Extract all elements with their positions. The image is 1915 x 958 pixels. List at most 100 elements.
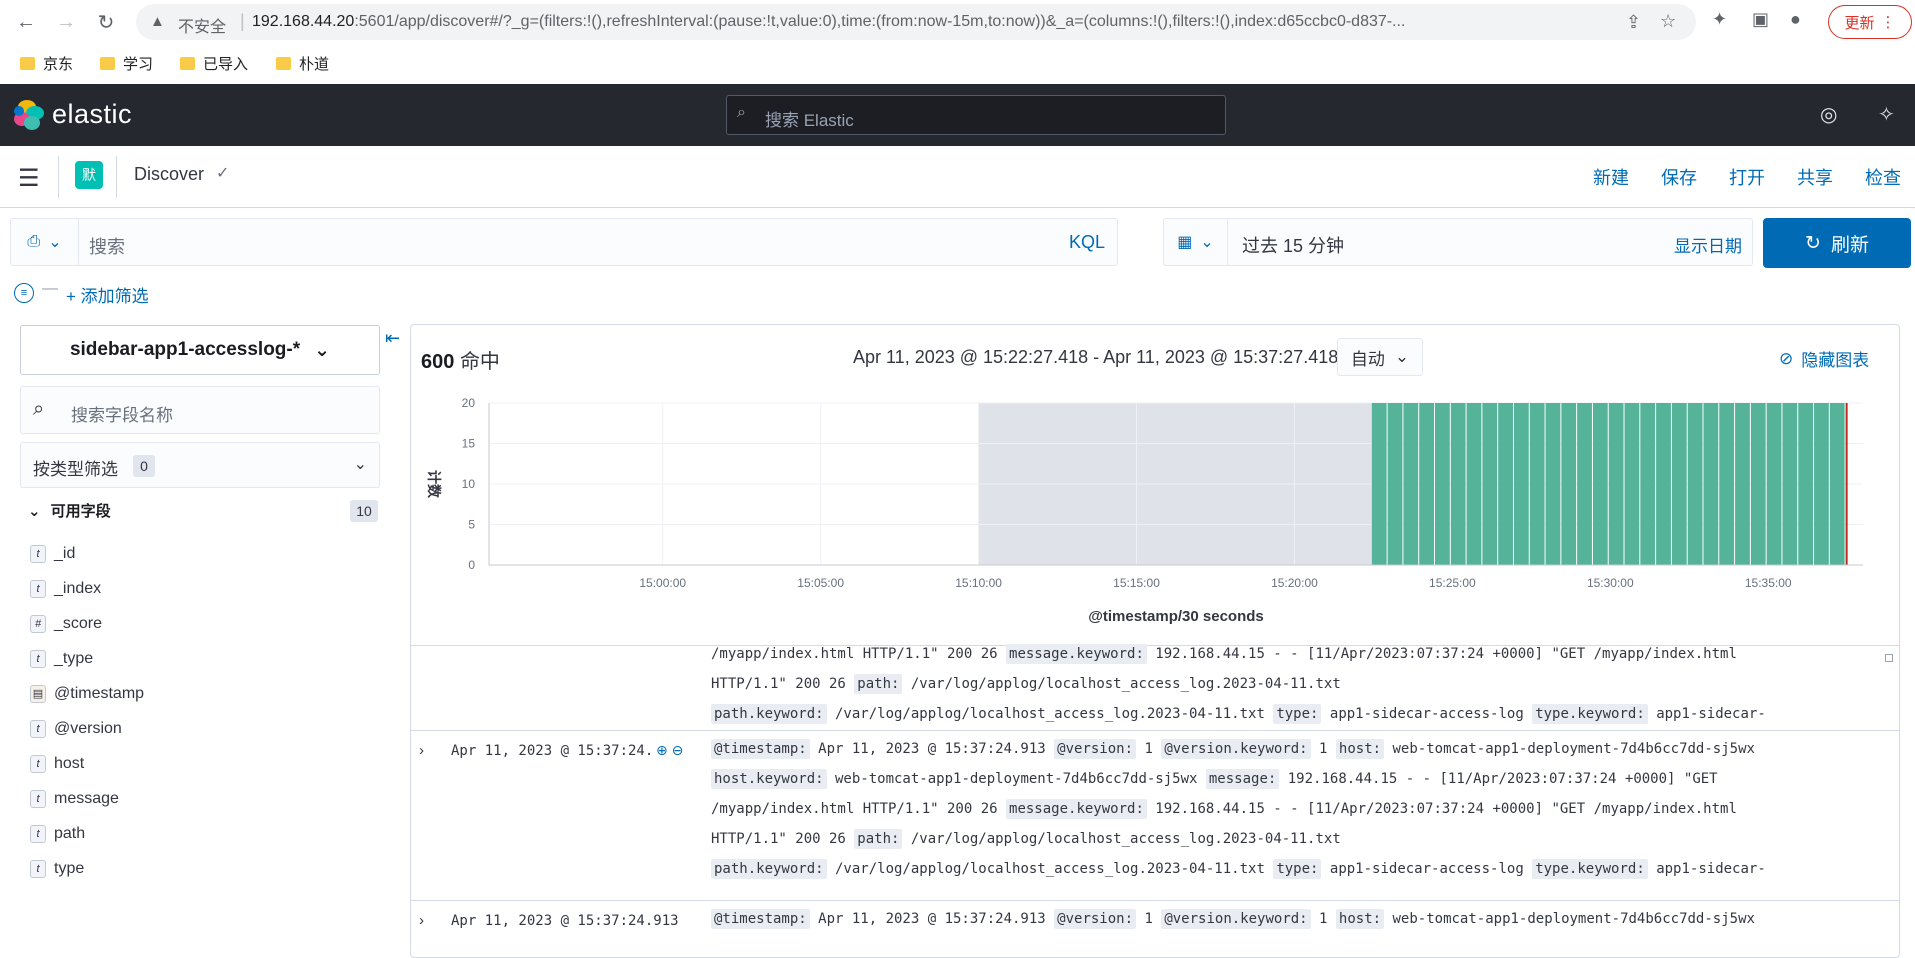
histogram-bar[interactable] [1766, 403, 1782, 565]
save-link[interactable]: 保存 [1661, 164, 1697, 190]
histogram-bar[interactable] [1529, 403, 1545, 565]
histogram-bar[interactable] [1640, 403, 1656, 565]
histogram-bar[interactable] [1624, 403, 1640, 565]
type-filter-button[interactable]: 按类型筛选 0 ⌄ [20, 442, 380, 488]
newsfeed-icon[interactable]: ✧ [1878, 102, 1895, 127]
document-source: /myapp/index.html HTTP/1.1" 200 26 messa… [711, 639, 1871, 729]
date-range-text[interactable]: 过去 15 分钟 [1242, 232, 1344, 258]
profile-icon[interactable]: ● [1790, 9, 1801, 30]
field-item[interactable]: t message [30, 781, 380, 816]
hide-chart-button[interactable]: ⊘ 隐藏图表 [1779, 346, 1869, 371]
bookmark-item[interactable]: 朴道 [276, 53, 329, 74]
open-link[interactable]: 打开 [1729, 164, 1765, 190]
field-item[interactable]: t _type [30, 641, 380, 676]
field-item[interactable]: # _score [30, 606, 380, 641]
field-item[interactable]: t @version [30, 711, 380, 746]
histogram-bar[interactable] [1466, 403, 1482, 565]
interval-select[interactable]: 自动 ⌄ [1337, 338, 1423, 376]
share-icon[interactable]: ⇪ [1626, 12, 1641, 33]
share-link[interactable]: 共享 [1797, 164, 1833, 190]
histogram-bar[interactable] [1545, 403, 1561, 565]
main-panel: 600 命中 Apr 11, 2023 @ 15:22:27.418 - Apr… [410, 324, 1900, 958]
forward-icon[interactable]: → [52, 8, 80, 36]
app-title[interactable]: Discover [134, 164, 204, 185]
histogram-bar[interactable] [1577, 403, 1592, 565]
histogram-bar[interactable] [1798, 403, 1814, 565]
available-fields-toggle[interactable]: ⌄ 可用字段 [28, 500, 111, 521]
histogram-bar[interactable] [1687, 403, 1703, 565]
saved-query-button[interactable]: ⎙ ⌄ [11, 219, 79, 265]
expand-row-icon[interactable]: › [419, 912, 424, 929]
histogram-bar[interactable] [1450, 403, 1466, 565]
filter-icon[interactable]: ≡ [14, 283, 34, 303]
elastic-logo[interactable]: elastic [14, 99, 132, 130]
url-rest: :5601/app/discover#/?_g=(filters:!(),ref… [354, 13, 1406, 30]
histogram-bar[interactable] [1829, 403, 1845, 565]
field-item[interactable]: t _index [30, 571, 380, 606]
histogram-bar[interactable] [1592, 403, 1608, 565]
kql-button[interactable]: KQL [1069, 232, 1105, 253]
histogram-bar[interactable] [1750, 403, 1766, 565]
extensions-icon[interactable]: ✦ [1712, 9, 1727, 30]
field-item[interactable]: t path [30, 816, 380, 851]
histogram-bar[interactable] [1671, 403, 1687, 565]
field-item[interactable]: t _id [30, 536, 380, 571]
show-dates-link[interactable]: 显示日期 [1674, 232, 1742, 257]
url-separator: | [240, 11, 245, 31]
refresh-button[interactable]: ↻ 刷新 [1763, 218, 1911, 268]
bookmark-item[interactable]: 京东 [20, 53, 73, 74]
field-search-input[interactable]: ⌕ 搜索字段名称 [20, 386, 380, 434]
quick-menu-button[interactable]: ▦ ⌄ [1164, 219, 1228, 265]
histogram-bar[interactable] [1435, 403, 1450, 565]
reload-icon[interactable]: ↻ [92, 8, 120, 36]
histogram-bar[interactable] [1419, 403, 1435, 565]
help-icon[interactable]: ◎ [1820, 102, 1837, 127]
histogram-bar[interactable] [1608, 403, 1624, 565]
bookmark-star-icon[interactable]: ☆ [1660, 11, 1676, 32]
field-item[interactable]: t host [30, 746, 380, 781]
histogram-bar[interactable] [1513, 403, 1529, 565]
filter-actions-icon[interactable]: ⊕ ⊖ [656, 742, 683, 759]
index-pattern-selector[interactable]: sidebar-app1-accesslog-* ⌄ [20, 325, 380, 375]
histogram-bar[interactable] [1387, 403, 1403, 565]
histogram-bar[interactable] [1656, 403, 1671, 565]
field-value: 1 [1310, 911, 1336, 927]
histogram-bar[interactable] [1498, 403, 1513, 565]
field-item[interactable]: t type [30, 851, 380, 886]
field-name: type [54, 859, 85, 877]
space-avatar[interactable]: 默 [75, 161, 103, 189]
update-button[interactable]: 更新 ⋮ [1828, 5, 1912, 39]
address-bar[interactable]: ▲ 不安全 | 192.168.44.20:5601/app/discover#… [136, 4, 1696, 40]
collapse-sidebar-icon[interactable]: ⇤ [385, 328, 400, 349]
side-panel-icon[interactable]: ▣ [1752, 9, 1769, 30]
histogram-bar[interactable] [1782, 403, 1798, 565]
histogram-bar[interactable] [1561, 403, 1577, 565]
new-link[interactable]: 新建 [1593, 164, 1629, 190]
histogram-bar[interactable] [1719, 403, 1735, 565]
back-icon[interactable]: ← [12, 8, 40, 36]
histogram-bar[interactable] [1482, 403, 1498, 565]
histogram-bar[interactable] [1814, 403, 1829, 565]
histogram-bar[interactable] [1371, 403, 1387, 565]
chevron-down-icon: ⌄ [1200, 234, 1214, 251]
source-line: HTTP/1.1" 200 26 path: /var/log/applog/l… [711, 824, 1871, 854]
add-filter-button[interactable]: + 添加筛选 [66, 282, 149, 307]
x-tick-label: 15:35:00 [1745, 576, 1792, 590]
date-picker: ▦ ⌄ 过去 15 分钟 显示日期 [1163, 218, 1753, 266]
field-key: type.keyword: [1532, 704, 1648, 724]
field-item[interactable]: ▤ @timestamp [30, 676, 380, 711]
bookmark-item[interactable]: 已导入 [180, 53, 248, 74]
histogram-bar[interactable] [1735, 403, 1750, 565]
inspect-link[interactable]: 检查 [1865, 164, 1901, 190]
histogram-bar[interactable] [1403, 403, 1419, 565]
global-search-input[interactable]: ⌕ 搜索 Elastic [726, 95, 1226, 135]
bookmark-item[interactable]: 学习 [100, 53, 153, 74]
menu-icon[interactable]: ☰ [18, 164, 40, 193]
url-text[interactable]: 192.168.44.20:5601/app/discover#/?_g=(fi… [252, 13, 1642, 31]
query-input[interactable]: 搜索 [89, 233, 125, 259]
field-key: path: [854, 829, 903, 849]
expand-row-icon[interactable]: › [419, 742, 424, 759]
histogram-bar[interactable] [1703, 403, 1719, 565]
field-name: path [54, 824, 86, 842]
chevron-down-icon[interactable]: ✓ [216, 163, 229, 183]
